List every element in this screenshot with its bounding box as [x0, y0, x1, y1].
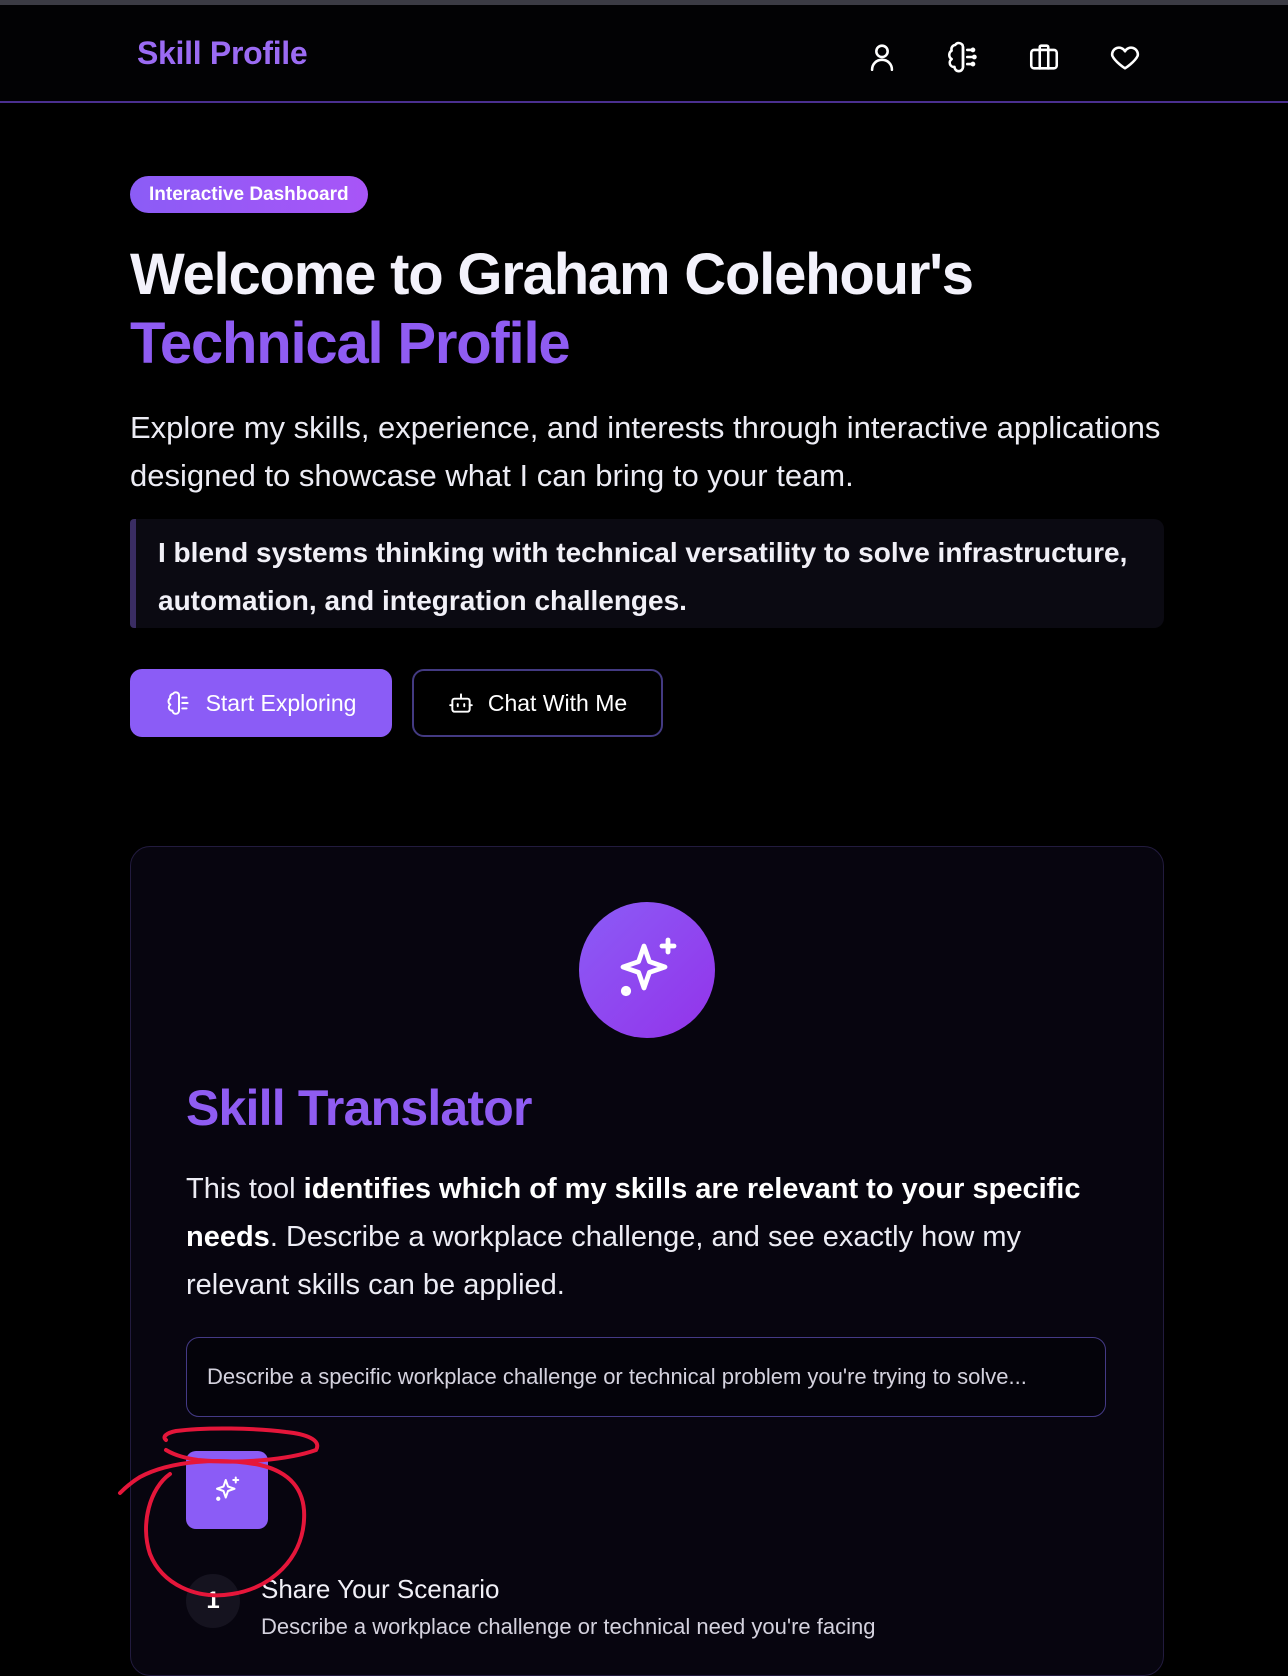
- skill-translator-card: Skill Translator This tool identifies wh…: [130, 846, 1164, 1676]
- brand-logo[interactable]: Skill Profile: [137, 35, 308, 72]
- step-description: Describe a workplace challenge or techni…: [261, 1614, 876, 1639]
- start-exploring-label: Start Exploring: [205, 689, 357, 716]
- step-number: 1: [186, 1574, 240, 1628]
- top-nav: Skill Profile: [0, 5, 1288, 103]
- chat-with-me-button[interactable]: Chat With Me: [412, 669, 663, 737]
- briefcase-icon[interactable]: [1022, 35, 1066, 79]
- chat-with-me-label: Chat With Me: [487, 689, 628, 716]
- hero-quote: I blend systems thinking with technical …: [130, 519, 1164, 628]
- desc-prefix: This tool: [186, 1173, 304, 1205]
- start-exploring-button[interactable]: Start Exploring: [130, 669, 392, 737]
- title-line-2: Technical Profile: [130, 311, 571, 376]
- sparkles-icon: [216, 1476, 240, 1501]
- skill-translator-description: This tool identifies which of my skills …: [186, 1165, 1106, 1309]
- title-line-1: Welcome to Graham Colehour's: [130, 242, 974, 307]
- bot-icon: [449, 693, 473, 713]
- step-title: Share Your Scenario: [261, 1574, 500, 1604]
- page-title: Welcome to Graham Colehour's Technical P…: [130, 240, 1170, 378]
- brain-icon[interactable]: [941, 35, 985, 79]
- desc-suffix: . Describe a workplace challenge, and se…: [186, 1221, 1021, 1301]
- interactive-dashboard-badge: Interactive Dashboard: [130, 176, 368, 213]
- sparkles-icon: [579, 902, 715, 1038]
- brain-icon: [167, 691, 189, 715]
- heart-icon[interactable]: [1103, 35, 1147, 79]
- nav-icons: [860, 35, 1147, 79]
- hero-lead-text: Explore my skills, experience, and inter…: [130, 410, 1161, 493]
- skill-translator-title: Skill Translator: [186, 1080, 532, 1136]
- scenario-input[interactable]: Describe a specific workplace challenge …: [186, 1337, 1106, 1417]
- translate-button[interactable]: [186, 1451, 268, 1529]
- user-icon[interactable]: [860, 35, 904, 79]
